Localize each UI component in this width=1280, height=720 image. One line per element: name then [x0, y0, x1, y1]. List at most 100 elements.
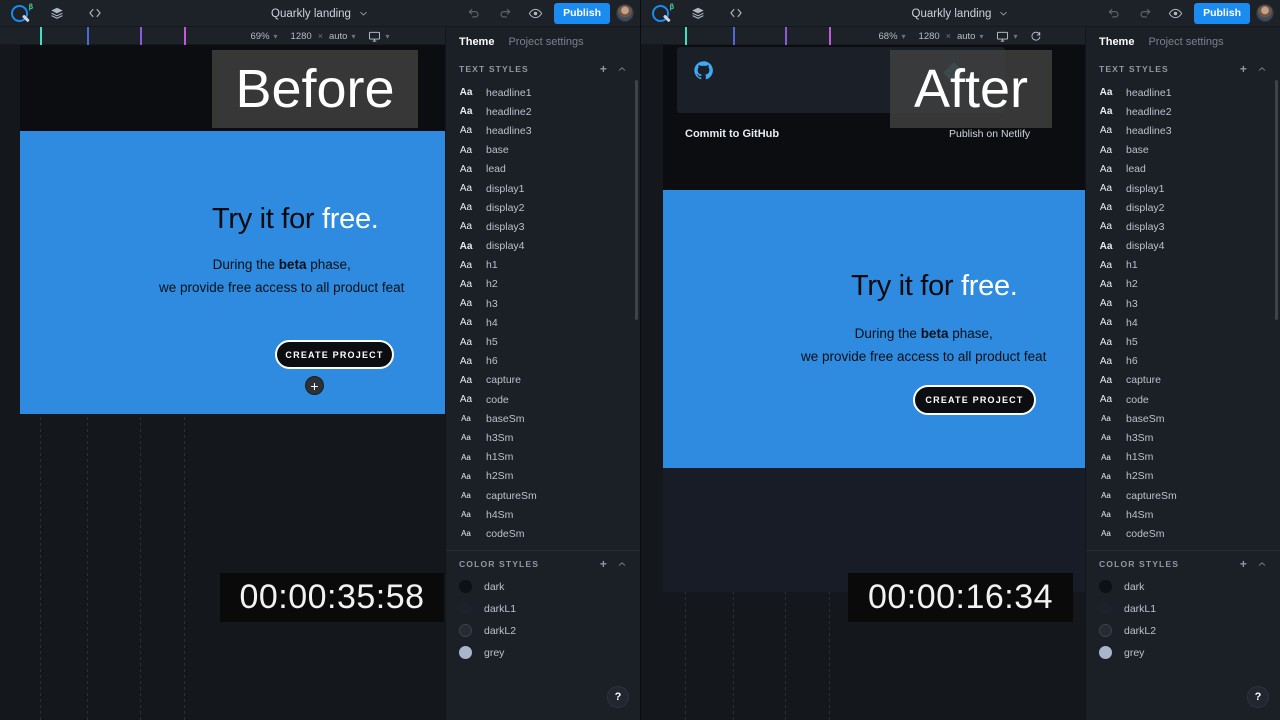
text-style-row[interactable]: Aa display4 — [446, 237, 640, 256]
text-style-row[interactable]: Aa h1Sm — [1086, 448, 1280, 467]
chevron-down-icon[interactable] — [358, 8, 369, 19]
tab-theme[interactable]: Theme — [459, 36, 494, 48]
hero-headline[interactable]: Try it for free. — [212, 203, 379, 236]
text-style-row[interactable]: Aa h4 — [446, 313, 640, 332]
color-style-row[interactable]: dark — [446, 576, 640, 598]
tab-project-settings[interactable]: Project settings — [508, 36, 583, 48]
text-style-row[interactable]: Aa captureSm — [1086, 486, 1280, 505]
text-style-row[interactable]: Aa h5 — [1086, 332, 1280, 351]
netlify-diamond-icon[interactable] — [943, 62, 965, 89]
hero-subtext[interactable]: During the beta phase, we provide free a… — [801, 322, 1046, 368]
color-style-row[interactable]: darkL2 — [1086, 620, 1280, 642]
panel-body[interactable]: TEXT STYLES + Aa headline1 Aa headline2 Aa he… — [1086, 56, 1280, 720]
text-style-row[interactable]: Aa h2 — [1086, 275, 1280, 294]
artboard-header-section[interactable] — [20, 45, 460, 131]
text-style-row[interactable]: Aa base — [1086, 141, 1280, 160]
create-project-button[interactable]: CREATE PROJECT — [275, 340, 394, 369]
project-name[interactable]: Quarkly landing — [271, 8, 351, 20]
text-style-row[interactable]: Aa baseSm — [1086, 409, 1280, 428]
color-styles-list[interactable]: dark darkL1 darkL2 grey — [446, 576, 640, 664]
redo-arrow-icon[interactable] — [1129, 0, 1160, 27]
publish-button[interactable]: Publish — [1194, 2, 1250, 24]
text-style-row[interactable]: Aa lead — [1086, 160, 1280, 179]
color-styles-list[interactable]: dark darkL1 darkL2 grey — [1086, 576, 1280, 664]
quarkly-logo-icon[interactable]: β — [0, 0, 38, 27]
color-style-row[interactable]: dark — [1086, 576, 1280, 598]
avatar[interactable] — [616, 4, 634, 22]
device-select[interactable]: ▾ — [996, 30, 1017, 43]
publish-button[interactable]: Publish — [554, 2, 610, 24]
text-style-row[interactable]: Aa codeSm — [446, 524, 640, 543]
help-button[interactable]: ? — [1247, 686, 1269, 708]
text-style-row[interactable]: Aa headline3 — [1086, 121, 1280, 140]
text-style-row[interactable]: Aa h3Sm — [1086, 428, 1280, 447]
panel-scrollbar[interactable] — [1275, 80, 1278, 320]
plus-icon[interactable]: + — [600, 63, 608, 75]
code-brackets-icon[interactable] — [76, 0, 114, 27]
artboard-hero-section[interactable]: Try it for free. During the beta phase, … — [663, 190, 1103, 468]
text-style-row[interactable]: Aa code — [1086, 390, 1280, 409]
chevron-up-icon[interactable] — [1257, 64, 1267, 74]
chevron-down-icon[interactable] — [998, 8, 1009, 19]
text-style-row[interactable]: Aa headline3 — [446, 121, 640, 140]
text-style-row[interactable]: Aa h1 — [446, 256, 640, 275]
text-style-row[interactable]: Aa headline2 — [446, 102, 640, 121]
text-style-row[interactable]: Aa capture — [1086, 371, 1280, 390]
project-name[interactable]: Quarkly landing — [912, 8, 992, 20]
github-icon[interactable] — [693, 60, 714, 86]
text-style-row[interactable]: Aa h5 — [446, 332, 640, 351]
text-style-row[interactable]: Aa lead — [446, 160, 640, 179]
chevron-up-icon[interactable] — [1257, 559, 1267, 569]
text-style-row[interactable]: Aa codeSm — [1086, 524, 1280, 543]
text-style-row[interactable]: Aa h3Sm — [446, 428, 640, 447]
text-style-row[interactable]: Aa baseSm — [446, 409, 640, 428]
canvas-height-field[interactable]: auto ▾ — [957, 31, 984, 42]
text-style-row[interactable]: Aa display2 — [446, 198, 640, 217]
artboard-hero-section[interactable]: Try it for free. During the beta phase, … — [20, 131, 460, 414]
eye-icon[interactable] — [520, 0, 551, 27]
eye-icon[interactable] — [1160, 0, 1191, 27]
text-style-row[interactable]: Aa h4Sm — [446, 505, 640, 524]
zoom-level-select[interactable]: 69% ▾ — [251, 31, 278, 42]
text-style-row[interactable]: Aa h4 — [1086, 313, 1280, 332]
text-style-row[interactable]: Aa display3 — [1086, 217, 1280, 236]
tab-theme[interactable]: Theme — [1099, 36, 1134, 48]
text-style-row[interactable]: Aa display1 — [1086, 179, 1280, 198]
quarkly-logo-icon[interactable]: β — [641, 0, 679, 27]
text-style-row[interactable]: Aa captureSm — [446, 486, 640, 505]
add-section-handle[interactable]: + — [305, 376, 324, 395]
canvas-height-field[interactable]: auto ▾ — [329, 31, 356, 42]
color-style-row[interactable]: grey — [446, 642, 640, 664]
text-style-row[interactable]: Aa h3 — [446, 294, 640, 313]
canvas-width-field[interactable]: 1280 — [919, 31, 940, 42]
avatar[interactable] — [1256, 4, 1274, 22]
text-style-row[interactable]: Aa headline1 — [446, 83, 640, 102]
device-select[interactable]: ▾ — [368, 30, 389, 43]
color-style-row[interactable]: darkL2 — [446, 620, 640, 642]
canvas-width-field[interactable]: 1280 — [291, 31, 312, 42]
publish-on-netlify-label[interactable]: Publish on Netlify — [949, 128, 1030, 140]
text-style-row[interactable]: Aa h1Sm — [446, 448, 640, 467]
layers-icon[interactable] — [679, 0, 717, 27]
text-style-row[interactable]: Aa capture — [446, 371, 640, 390]
text-style-row[interactable]: Aa h6 — [1086, 352, 1280, 371]
chevron-up-icon[interactable] — [617, 559, 627, 569]
redo-arrow-icon[interactable] — [489, 0, 520, 27]
commit-to-github-label[interactable]: Commit to GitHub — [685, 128, 779, 140]
text-style-row[interactable]: Aa display1 — [446, 179, 640, 198]
text-style-row[interactable]: Aa h1 — [1086, 256, 1280, 275]
text-style-row[interactable]: Aa h2Sm — [1086, 467, 1280, 486]
zoom-level-select[interactable]: 68% ▾ — [879, 31, 906, 42]
hero-headline[interactable]: Try it for free. — [851, 270, 1018, 303]
color-style-row[interactable]: darkL1 — [446, 598, 640, 620]
color-style-row[interactable]: darkL1 — [1086, 598, 1280, 620]
chevron-up-icon[interactable] — [617, 64, 627, 74]
text-style-row[interactable]: Aa h4Sm — [1086, 505, 1280, 524]
hero-subtext[interactable]: During the beta phase, we provide free a… — [159, 253, 404, 299]
layers-icon[interactable] — [38, 0, 76, 27]
text-style-row[interactable]: Aa display3 — [446, 217, 640, 236]
text-style-row[interactable]: Aa h6 — [446, 352, 640, 371]
plus-icon[interactable]: + — [1240, 63, 1248, 75]
text-styles-list[interactable]: Aa headline1 Aa headline2 Aa headline3 Aa base A… — [446, 81, 640, 544]
text-style-row[interactable]: Aa h2 — [446, 275, 640, 294]
